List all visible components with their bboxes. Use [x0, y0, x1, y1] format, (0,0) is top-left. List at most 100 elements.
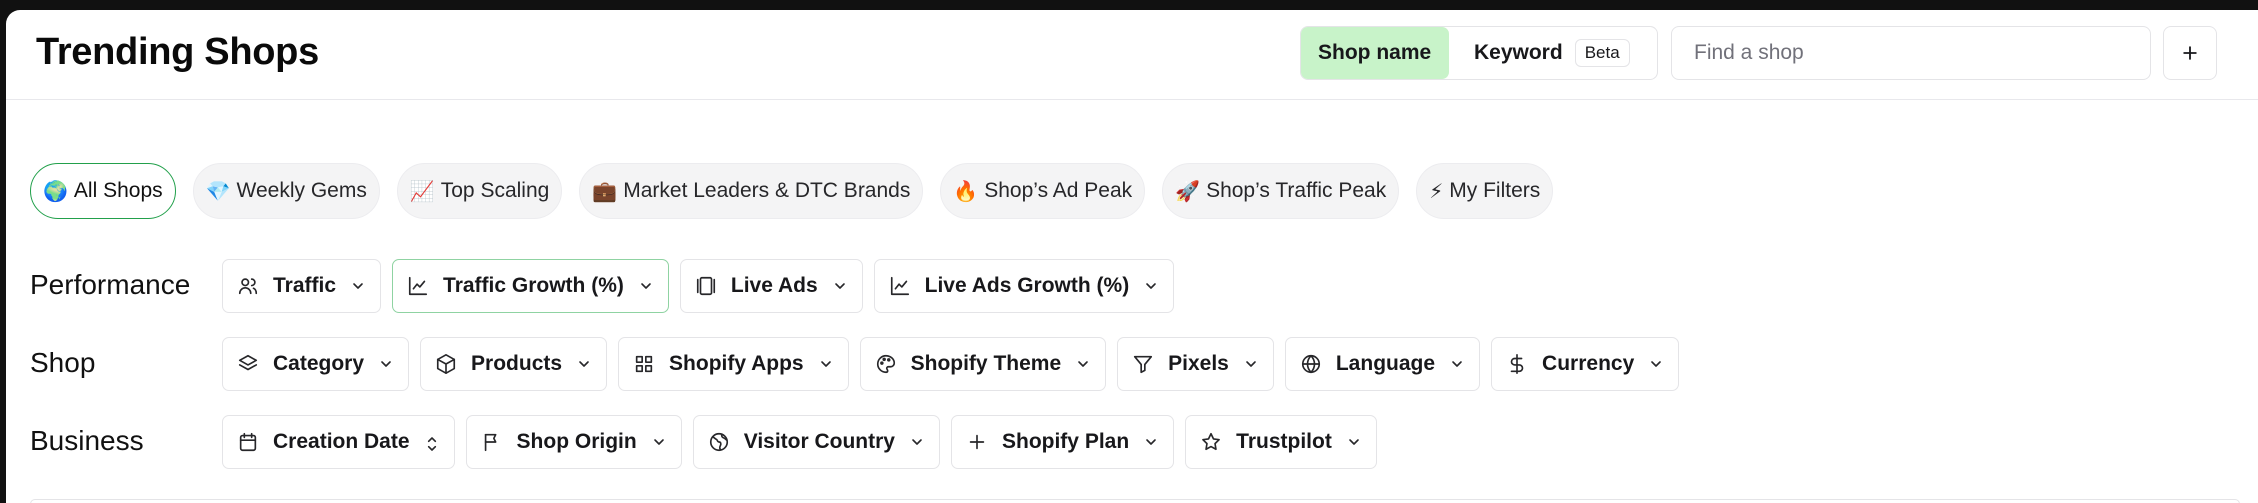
add-button[interactable] [2163, 26, 2217, 80]
filter-label: Trustpilot [1236, 430, 1332, 453]
shopify-plan-filter[interactable]: Shopify Plan [950, 415, 1175, 469]
preset-label: Top Scaling [440, 179, 550, 202]
category-filter[interactable]: Category [222, 337, 410, 391]
preset-ad-peak[interactable]: 🔥 Shop’s Ad Peak [940, 163, 1146, 219]
plus-icon [966, 431, 988, 453]
chevron-down-icon [1449, 356, 1465, 372]
traffic-growth-filter[interactable]: Traffic Growth (%) [392, 259, 669, 313]
shop-label: Shop [30, 347, 96, 378]
chevron-down-icon [1648, 356, 1664, 372]
grid-icon [633, 353, 655, 375]
dollar-icon [1506, 353, 1528, 375]
filter-label: Shopify Plan [1001, 430, 1130, 453]
shop-name-mode-button[interactable]: Shop name [1301, 27, 1449, 79]
chevron-down-icon [651, 434, 667, 450]
chevron-down-icon [1243, 356, 1259, 372]
currency-filter[interactable]: Currency [1491, 337, 1680, 391]
chevron-down-icon [378, 356, 394, 372]
language-filter[interactable]: Language [1284, 337, 1481, 391]
performance-label: Performance [30, 269, 191, 300]
preset-my-filters[interactable]: ⚡ My Filters [1416, 163, 1554, 219]
preset-tabs: 🌍 All Shops 💎 Weekly Gems 📈 Top Scaling 💼 Ma… [30, 163, 1554, 219]
shop-origin-filter[interactable]: Shop Origin [465, 415, 682, 469]
app-window: Trending Shops Shop name Keyword Beta 🌍A… [6, 10, 2258, 503]
plus-icon [2180, 43, 2200, 63]
shopify-apps-filter[interactable]: Shopify Apps [618, 337, 849, 391]
gem-emoji-icon: 💎 [205, 180, 231, 203]
globe-icon [1300, 353, 1322, 375]
filter-label: Live Ads Growth (%) [924, 274, 1130, 297]
chevron-down-icon [638, 278, 654, 294]
line-chart-icon [889, 275, 911, 297]
business-label: Business [30, 425, 144, 456]
filter-label: Traffic Growth (%) [443, 274, 624, 297]
filter-label: Language [1335, 352, 1436, 375]
star-icon [1200, 431, 1222, 453]
products-filter[interactable]: Products [420, 337, 608, 391]
filter-label: Products [471, 352, 563, 375]
shopify-theme-filter[interactable]: Shopify Theme [859, 337, 1107, 391]
chevron-down-icon [909, 434, 925, 450]
keyword-mode-label: Keyword [1474, 41, 1563, 64]
calendar-icon [237, 431, 259, 453]
filter-label: Creation Date [273, 430, 410, 453]
visitor-country-filter[interactable]: Visitor Country [692, 415, 940, 469]
box-icon [435, 353, 457, 375]
line-chart-icon [407, 275, 429, 297]
trustpilot-filter[interactable]: Trustpilot [1185, 415, 1377, 469]
lightning-emoji-icon: ⚡ [1429, 180, 1444, 203]
creation-date-filter[interactable]: Creation Date [222, 415, 455, 469]
shop-filter-row: Shop Category Products Shopify Apps Shop… [6, 337, 2258, 391]
chevron-down-icon [1143, 278, 1159, 294]
chevron-down-icon [1143, 434, 1159, 450]
briefcase-emoji-icon: 💼 [592, 180, 618, 203]
preset-weekly-gems[interactable]: 💎 Weekly Gems [192, 163, 380, 219]
performance-filter-row: Performance Traffic Traffic Growth (%) L… [6, 259, 2258, 313]
preset-all-shops[interactable]: 🌍 All Shops [30, 163, 176, 219]
shop-search-input[interactable] [1671, 26, 2151, 80]
chevron-down-icon [1346, 434, 1362, 450]
search-mode-toggle: Shop name Keyword Beta [1300, 26, 1658, 80]
filter-label: Shopify Apps [669, 352, 804, 375]
filter-label: Visitor Country [743, 430, 895, 453]
globe-emoji-icon: 🌍 [43, 180, 68, 203]
users-icon [237, 275, 259, 297]
keyword-mode-button[interactable]: Keyword Beta [1449, 27, 1630, 79]
preset-label: Shop’s Traffic Peak [1206, 179, 1387, 202]
page-title: Trending Shops [36, 31, 319, 73]
preset-label: All Shops [73, 179, 163, 202]
chevron-down-icon [1075, 356, 1091, 372]
filter-label: Live Ads [730, 274, 818, 297]
filter-label: Traffic [273, 274, 337, 297]
shop-name-mode-label: Shop name [1318, 41, 1432, 64]
beta-badge: Beta [1574, 39, 1630, 67]
preset-top-scaling[interactable]: 📈 Top Scaling [396, 163, 563, 219]
filter-label: Pixels [1168, 352, 1229, 375]
preset-label: Weekly Gems [236, 179, 367, 202]
results-panel-edge [30, 499, 2240, 503]
chevron-down-icon [832, 278, 848, 294]
preset-traffic-peak[interactable]: 🚀 Shop’s Traffic Peak [1162, 163, 1400, 219]
filter-label: Category [273, 352, 365, 375]
chart-emoji-icon: 📈 [409, 180, 435, 203]
gallery-icon [695, 275, 717, 297]
layers-icon [237, 353, 259, 375]
live-ads-filter[interactable]: Live Ads [679, 259, 863, 313]
preset-market-leaders[interactable]: 💼 Market Leaders & DTC Brands [579, 163, 924, 219]
preset-label: Shop’s Ad Peak [984, 179, 1133, 202]
pixels-filter[interactable]: Pixels [1117, 337, 1274, 391]
filter-label: Currency [1542, 352, 1635, 375]
palette-icon [875, 353, 897, 375]
rocket-emoji-icon: 🚀 [1175, 180, 1201, 203]
chevron-down-icon [818, 356, 834, 372]
sort-chevrons-icon [424, 434, 440, 451]
traffic-filter[interactable]: Traffic [222, 259, 382, 313]
preset-label: My Filters [1449, 179, 1541, 202]
business-filter-row: Business Creation Date Shop Origin Visit… [6, 415, 2258, 469]
live-ads-growth-filter[interactable]: Live Ads Growth (%) [873, 259, 1175, 313]
filter-label: Shop Origin [516, 430, 637, 453]
chevron-down-icon [350, 278, 366, 294]
flag-icon [481, 431, 503, 453]
fire-emoji-icon: 🔥 [953, 180, 979, 203]
header: Trending Shops Shop name Keyword Beta [6, 10, 2258, 100]
